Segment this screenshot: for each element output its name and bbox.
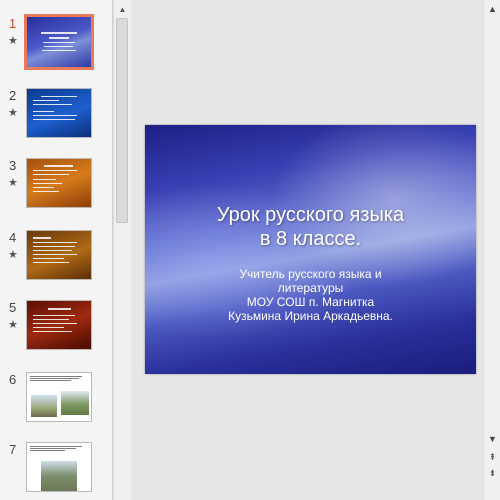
slide-thumbnail-3[interactable] bbox=[26, 158, 92, 208]
slide-number: 6 bbox=[9, 372, 17, 387]
slide-thumbnail-2[interactable] bbox=[26, 88, 92, 138]
scroll-down-button[interactable]: ▼ bbox=[484, 432, 500, 446]
slide-number: 5 bbox=[9, 300, 17, 315]
slide-thumbnail-7[interactable] bbox=[26, 442, 92, 492]
slide-number: 4 bbox=[9, 230, 17, 245]
scroll-up-button[interactable]: ▲ bbox=[484, 2, 500, 16]
slide-title-line: Урок русского языка bbox=[216, 204, 405, 226]
slide-number: 7 bbox=[9, 442, 17, 457]
slide-title[interactable]: Урок русского языка в 8 классе. bbox=[145, 203, 476, 251]
chevron-down-icon: ▼ bbox=[488, 434, 497, 444]
slide-subtitle-line: Кузьмина Ирина Аркадьевна. bbox=[228, 309, 393, 323]
slide-subtitle-line: МОУ СОШ п. Магнитка bbox=[246, 295, 375, 309]
animation-star-icon: ★ bbox=[8, 35, 18, 47]
animation-star-icon: ★ bbox=[8, 177, 18, 189]
double-chevron-down-icon: ⇟ bbox=[488, 467, 497, 478]
chevron-up-icon: ▲ bbox=[118, 4, 127, 14]
previous-slide-button[interactable]: ⇞ bbox=[484, 450, 500, 464]
thumbnail-picture bbox=[31, 395, 57, 417]
slide-number: 1 bbox=[9, 16, 17, 31]
chevron-up-icon: ▲ bbox=[488, 4, 497, 14]
thumbnail-picture bbox=[41, 461, 77, 491]
slide-thumbnail-5[interactable] bbox=[26, 300, 92, 350]
next-slide-button[interactable]: ⇟ bbox=[484, 466, 500, 480]
double-chevron-up-icon: ⇞ bbox=[488, 451, 497, 462]
slide-thumbnail-4[interactable] bbox=[26, 230, 92, 280]
slide-subtitle[interactable]: Учитель русского языка и литературы МОУ … bbox=[145, 267, 476, 323]
slide-subtitle-line: литературы bbox=[277, 281, 344, 295]
slide-thumbnail-pane[interactable]: 1 ★ 2 ★ 3 ★ 4 ★ 5 ★ 6 7 bbox=[0, 0, 113, 500]
thumbnail-scrollbar[interactable]: ▲ bbox=[113, 0, 132, 500]
slide-number: 3 bbox=[9, 158, 17, 173]
scroll-up-button[interactable]: ▲ bbox=[114, 1, 131, 17]
animation-star-icon: ★ bbox=[8, 249, 18, 261]
slide-subtitle-line: Учитель русского языка и bbox=[239, 267, 382, 281]
slide-thumbnail-6[interactable] bbox=[26, 372, 92, 422]
slide-title-line: в 8 классе. bbox=[259, 228, 362, 250]
scrollbar-thumb[interactable] bbox=[116, 18, 128, 223]
slide-number: 2 bbox=[9, 88, 17, 103]
animation-star-icon: ★ bbox=[8, 107, 18, 119]
animation-star-icon: ★ bbox=[8, 319, 18, 331]
current-slide[interactable]: Урок русского языка в 8 классе. Учитель … bbox=[145, 125, 476, 374]
slide-thumbnail-1[interactable] bbox=[24, 14, 94, 70]
main-scrollbar[interactable]: ▲ ▼ ⇞ ⇟ bbox=[483, 0, 500, 500]
thumbnail-picture bbox=[61, 391, 89, 415]
